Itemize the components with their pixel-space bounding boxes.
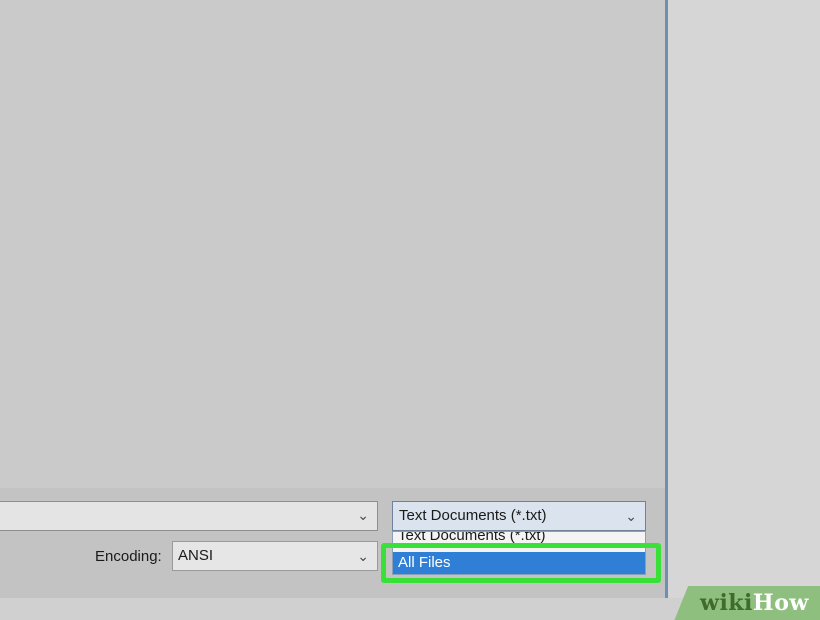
chevron-down-icon[interactable]: ⌄ bbox=[357, 507, 369, 524]
wikihow-watermark: wikiHow bbox=[700, 590, 809, 616]
file-type-selected-value: Text Documents (*.txt) bbox=[399, 507, 547, 524]
chevron-down-icon[interactable]: ⌄ bbox=[357, 542, 369, 570]
encoding-value: ANSI bbox=[178, 547, 214, 564]
encoding-label: Encoding: bbox=[95, 548, 162, 565]
screenshot-stage: ⌄ Text Documents (*.txt) ⌄ Encoding: ANS… bbox=[0, 0, 820, 620]
file-list-area[interactable] bbox=[0, 0, 665, 488]
highlight-box bbox=[381, 543, 661, 583]
chevron-down-icon[interactable]: ⌄ bbox=[625, 502, 637, 530]
filename-input[interactable]: ⌄ bbox=[0, 501, 378, 531]
file-type-select[interactable]: Text Documents (*.txt) ⌄ bbox=[392, 501, 646, 531]
watermark-wiki: wiki bbox=[700, 590, 753, 616]
watermark-how: How bbox=[752, 590, 809, 616]
encoding-select[interactable]: ANSI ⌄ bbox=[172, 541, 378, 571]
